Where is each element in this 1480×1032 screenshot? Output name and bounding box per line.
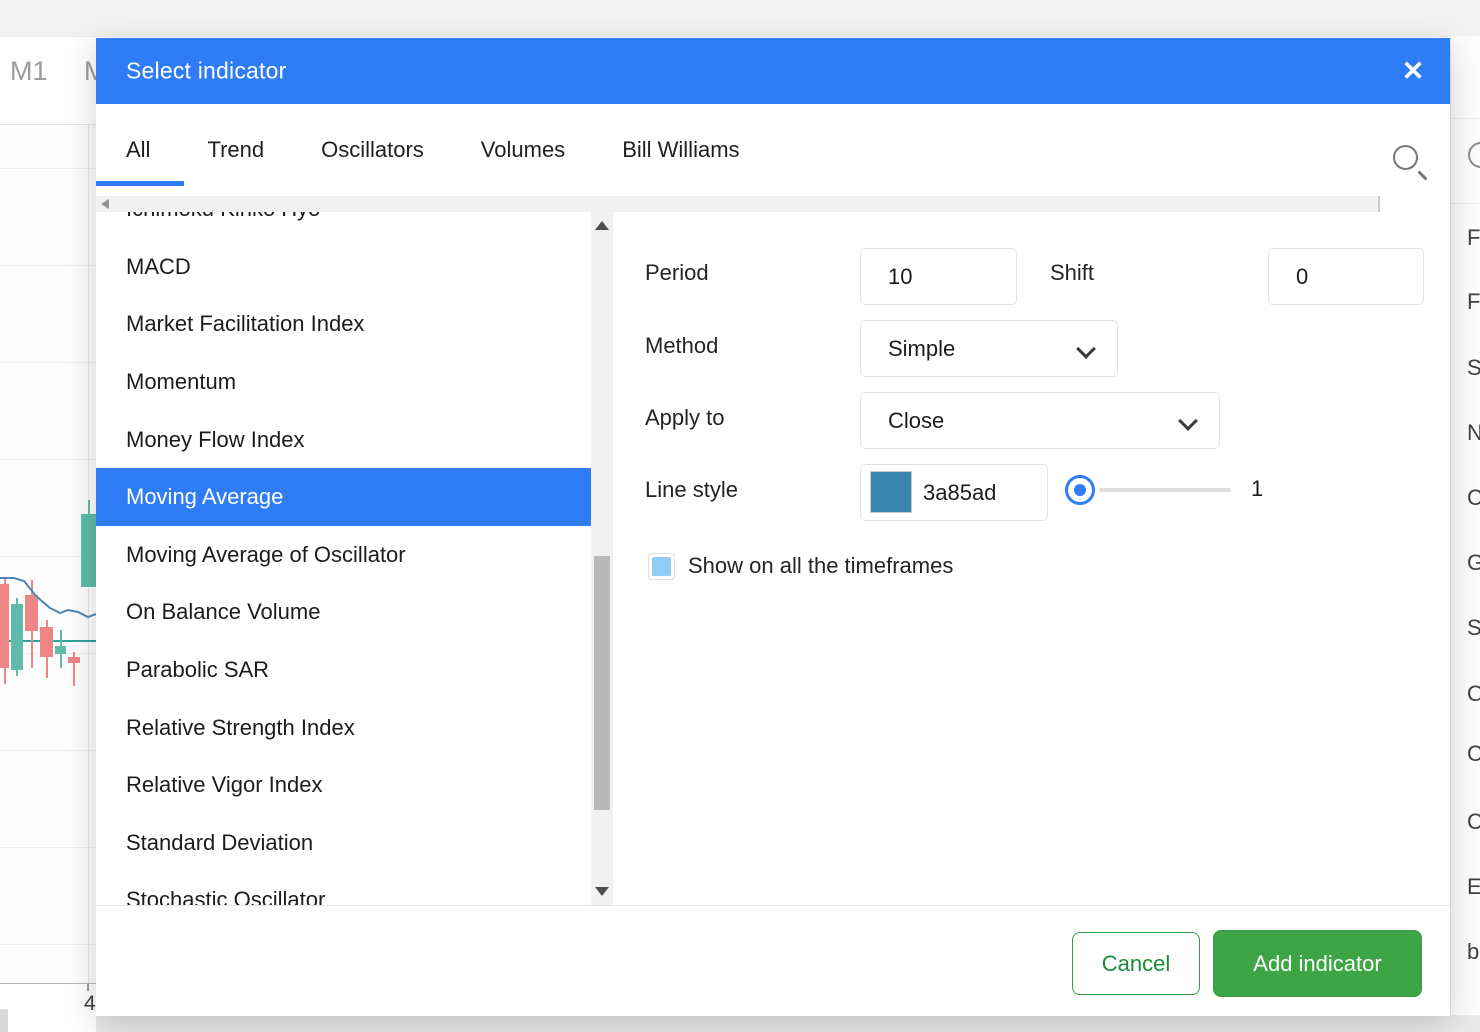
- panel-divider: [1451, 203, 1480, 204]
- moving-average-line: [0, 125, 96, 983]
- time-axis-tick: [87, 984, 89, 991]
- vertical-scrollbar[interactable]: [591, 212, 613, 905]
- line-width-value: 1: [1251, 476, 1263, 502]
- panel-divider: [1451, 118, 1480, 119]
- scroll-up-arrow-icon[interactable]: [595, 221, 609, 230]
- dialog-title: Select indicator: [126, 58, 286, 85]
- screen: M1 M 4 FFSNCGSOCCEb Select indicator ✕ A…: [0, 0, 1480, 1032]
- candlestick-chart: [0, 125, 96, 983]
- list-item[interactable]: MACD: [96, 238, 591, 296]
- method-value: Simple: [888, 336, 955, 362]
- search-icon: [1468, 142, 1480, 168]
- indicator-list: Ichimoku Kinko HyoMACDMarket Facilitatio…: [96, 212, 591, 905]
- horizontal-scrollbar[interactable]: [96, 196, 1380, 212]
- add-indicator-button[interactable]: Add indicator: [1213, 930, 1422, 997]
- chevron-down-icon: [1076, 339, 1096, 359]
- top-strip: [0, 0, 1480, 37]
- period-label: Period: [645, 258, 709, 288]
- clipped-list-text: F: [1467, 287, 1480, 317]
- scroll-left-arrow-icon[interactable]: [101, 199, 109, 209]
- clipped-list-text: C: [1467, 483, 1480, 513]
- clipped-list-text: G: [1467, 548, 1480, 578]
- line-color-picker[interactable]: 3a85ad: [860, 464, 1048, 521]
- list-item[interactable]: Relative Vigor Index: [96, 756, 591, 814]
- list-item[interactable]: Relative Strength Index: [96, 699, 591, 757]
- clipped-list-text: E: [1467, 872, 1480, 902]
- list-item[interactable]: On Balance Volume: [96, 583, 591, 641]
- clipped-list-text: S: [1467, 353, 1480, 383]
- clipped-list-text: N: [1467, 418, 1480, 448]
- method-label: Method: [645, 331, 718, 361]
- list-item[interactable]: Market Facilitation Index: [96, 295, 591, 353]
- tab-oscillators[interactable]: Oscillators: [321, 137, 424, 163]
- indicator-settings-panel: Period Shift Method Simple Apply to Clos…: [613, 212, 1450, 905]
- dialog-header: Select indicator ✕: [96, 38, 1450, 104]
- close-icon[interactable]: ✕: [1396, 54, 1430, 88]
- line-width-slider-handle[interactable]: [1065, 475, 1095, 505]
- bottom-strip: [96, 1015, 1480, 1032]
- dialog-footer: Cancel Add indicator: [96, 905, 1450, 1016]
- color-hex-value: 3a85ad: [923, 465, 996, 522]
- list-item[interactable]: Moving Average of Oscillator: [96, 526, 591, 584]
- clipped-list-text: C: [1467, 739, 1480, 769]
- list-item[interactable]: Standard Deviation: [96, 814, 591, 872]
- show-all-timeframes-label: Show on all the timeframes: [688, 551, 953, 581]
- scroll-down-arrow-icon[interactable]: [595, 887, 609, 896]
- time-axis-label: 4: [84, 992, 96, 1016]
- method-select[interactable]: Simple: [860, 320, 1118, 377]
- clipped-list-text: F: [1467, 223, 1480, 253]
- chevron-down-icon: [1178, 411, 1198, 431]
- slider-dot: [1074, 484, 1086, 496]
- apply-to-select[interactable]: Close: [860, 392, 1220, 449]
- tab-trend[interactable]: Trend: [207, 137, 264, 163]
- shift-input[interactable]: [1268, 248, 1424, 305]
- clipped-list-text: O: [1467, 679, 1480, 709]
- tab-all[interactable]: All: [126, 137, 150, 163]
- horizontal-scrollbar-end: [1378, 196, 1380, 212]
- show-all-timeframes-checkbox[interactable]: [648, 553, 675, 580]
- line-width-slider-track[interactable]: [1099, 488, 1231, 492]
- scrollbar-thumb[interactable]: [594, 556, 610, 810]
- list-item[interactable]: Stochastic Oscillator: [96, 871, 591, 905]
- select-indicator-dialog: Select indicator ✕ All Trend Oscillators Vo…: [96, 38, 1450, 1015]
- time-axis-line: [0, 983, 96, 984]
- color-swatch: [871, 472, 911, 512]
- active-tab-underline: [96, 181, 184, 186]
- apply-to-label: Apply to: [645, 403, 725, 433]
- list-item-selected[interactable]: Moving Average: [96, 468, 591, 526]
- tab-volumes[interactable]: Volumes: [481, 137, 565, 163]
- checkbox-fill: [652, 557, 671, 576]
- clipped-list-text: C: [1467, 807, 1480, 837]
- list-item[interactable]: Ichimoku Kinko Hyo: [96, 212, 591, 238]
- shift-label: Shift: [1050, 258, 1094, 288]
- chart-scrollbar-corner: [0, 1009, 8, 1032]
- timeframe-button-m1[interactable]: M1: [10, 56, 48, 87]
- list-item[interactable]: Parabolic SAR: [96, 641, 591, 699]
- period-input[interactable]: [860, 248, 1017, 305]
- apply-to-value: Close: [888, 408, 944, 434]
- list-item[interactable]: Momentum: [96, 353, 591, 411]
- tab-bar: All Trend Oscillators Volumes Bill Williams: [96, 104, 1450, 196]
- search-icon-handle: [1418, 171, 1428, 181]
- search-icon[interactable]: [1393, 145, 1418, 170]
- list-item[interactable]: Money Flow Index: [96, 411, 591, 469]
- tab-bill-williams[interactable]: Bill Williams: [622, 137, 739, 163]
- clipped-list-text: b: [1467, 937, 1479, 967]
- cancel-button[interactable]: Cancel: [1072, 932, 1200, 995]
- market-watch-panel: FFSNCGSOCCEb: [1450, 36, 1480, 1032]
- line-style-label: Line style: [645, 475, 738, 505]
- clipped-list-text: S: [1467, 613, 1480, 643]
